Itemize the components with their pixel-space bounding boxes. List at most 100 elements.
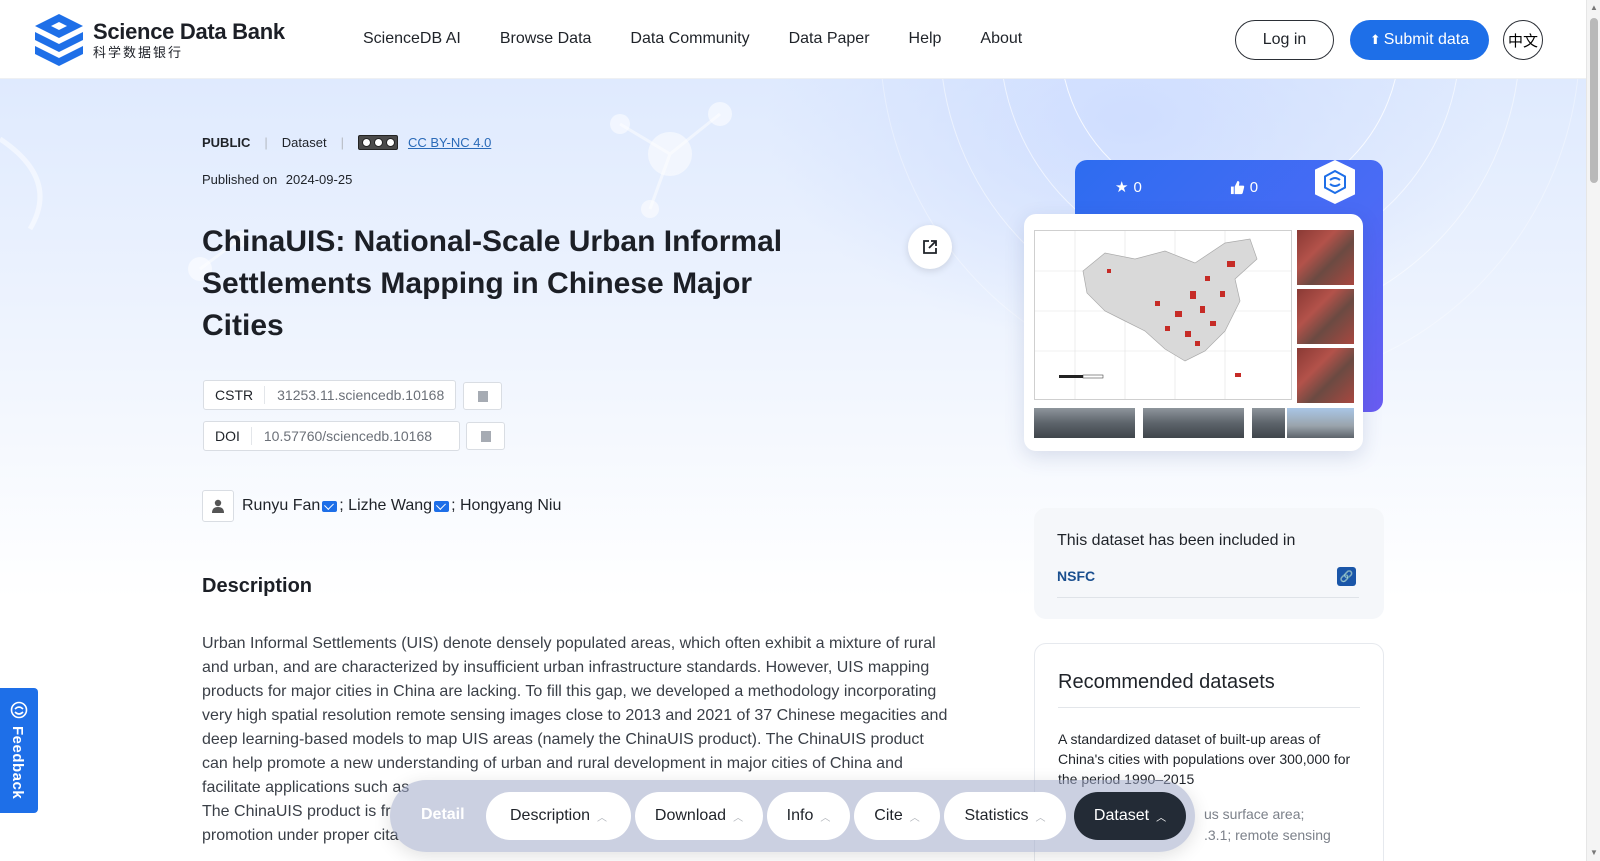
tab-label: Description (509, 807, 591, 824)
description-line: deep learning-based models to map UIS ar… (202, 731, 924, 748)
copy-doi-button[interactable] (466, 422, 505, 450)
dataset-stats: ★ 0 0 (1115, 178, 1346, 197)
author-separator: ; (451, 497, 456, 514)
tab-label: Dataset (1093, 807, 1150, 824)
china-map-image (1034, 230, 1292, 400)
tab-label: Download (654, 807, 727, 824)
nav-item-sciencedb-ai[interactable]: ScienceDB AI (363, 30, 461, 48)
favorite-count[interactable]: ★ 0 (1115, 178, 1186, 197)
divider (1058, 707, 1360, 708)
cstr-value: 31253.11.sciencedb.10168 (277, 387, 445, 403)
divider (1057, 597, 1359, 598)
tab-label: Statistics (964, 807, 1029, 824)
published-date: 2024-09-25 (285, 172, 353, 187)
published-label: Published on (202, 172, 278, 187)
meta-separator: | (340, 135, 344, 150)
satellite-thumbnail (1297, 348, 1354, 403)
tab-dataset[interactable]: Dataset ︿ (1074, 792, 1186, 840)
login-button[interactable]: Log in (1235, 20, 1334, 60)
page-scrollbar[interactable]: ▲ ▼ (1586, 0, 1600, 861)
nav-item-about[interactable]: About (980, 30, 1022, 48)
description-line: and urban, and are characterized by insu… (202, 659, 930, 676)
satellite-thumbnail (1297, 289, 1354, 344)
tab-label: Info (786, 807, 814, 824)
resource-type: Dataset (281, 135, 327, 150)
street-photo-thumbnail (1034, 408, 1135, 438)
chevron-up-icon: ︿ (820, 812, 831, 824)
main-nav: ScienceDB AI Browse Data Data Community … (363, 30, 1061, 48)
person-icon (202, 490, 234, 522)
chevron-up-icon: ︿ (1156, 812, 1167, 824)
doi-value: 10.57760/sciencedb.10168 (263, 428, 433, 444)
dataset-title: ChinaUIS: National-Scale Urban Informal … (202, 225, 783, 342)
scroll-down-icon[interactable]: ▼ (1590, 848, 1598, 857)
author-name[interactable]: Lizhe Wang (348, 497, 432, 515)
description-line: can help promote a new understanding of … (202, 755, 903, 772)
nav-item-help[interactable]: Help (909, 30, 942, 48)
cc-license-icon (357, 135, 398, 150)
cstr-label: CSTR (204, 386, 266, 404)
share-button[interactable] (908, 225, 952, 269)
submit-data-label: Submit data (1383, 31, 1470, 48)
author-separator: ; (339, 497, 344, 514)
description-line: products for major cities in China are l… (202, 683, 937, 700)
language-toggle[interactable]: 中文 (1503, 20, 1543, 60)
author-name[interactable]: Runyu Fan (242, 497, 320, 515)
logo-title: Science Data Bank (93, 19, 285, 44)
nav-item-data-paper[interactable]: Data Paper (789, 30, 870, 48)
site-header: Science Data Bank 科学数据银行 ScienceDB AI Br… (0, 0, 1586, 79)
license-link[interactable]: CC BY-NC 4.0 (408, 135, 491, 150)
collection-name[interactable]: NSFC (1057, 568, 1095, 584)
included-in-panel: This dataset has been included in NSFC 🔗 (1034, 508, 1384, 619)
chevron-up-icon: ︿ (909, 812, 920, 824)
tab-label: Cite (874, 807, 903, 824)
recommended-heading: Recommended datasets (1058, 671, 1275, 693)
scroll-thumb[interactable] (1590, 18, 1598, 183)
logo-subtitle: 科学数据银行 (93, 45, 184, 60)
doi-label: DOI (204, 427, 252, 445)
author-name[interactable]: Hongyang Niu (460, 497, 561, 515)
dataset-preview-image[interactable] (1024, 214, 1363, 451)
chevron-up-icon: ︿ (597, 812, 608, 824)
satellite-thumbnail (1297, 230, 1354, 285)
logo-icon (35, 14, 83, 66)
author-list: Runyu Fan ; Lizhe Wang ; Hongyang Niu (202, 490, 561, 522)
tab-info[interactable]: Info ︿ (767, 792, 850, 840)
submit-data-button[interactable]: ⬆ Submit data (1350, 20, 1489, 60)
tab-cite[interactable]: Cite ︿ (854, 792, 940, 840)
upload-icon: ⬆ (1369, 32, 1381, 47)
nav-item-browse-data[interactable]: Browse Data (500, 30, 592, 48)
description-heading: Description (202, 575, 313, 597)
cstr-identifier: CSTR 31253.11.sciencedb.10168 (203, 380, 456, 410)
scroll-up-icon[interactable]: ▲ (1590, 3, 1598, 12)
copy-icon (477, 427, 491, 442)
description-line: Urban Informal Settlements (UIS) denote … (202, 635, 936, 652)
chevron-up-icon: ︿ (1035, 812, 1046, 824)
meta-separator: | (264, 135, 268, 150)
access-status: PUBLIC (202, 135, 251, 150)
like-count[interactable]: 0 (1230, 178, 1302, 196)
email-icon[interactable] (434, 500, 450, 512)
link-icon[interactable]: 🔗 (1337, 567, 1356, 586)
favorite-value: 0 (1133, 178, 1142, 196)
thumbs-up-icon (1230, 180, 1244, 194)
like-value: 0 (1249, 178, 1259, 196)
nav-item-data-community[interactable]: Data Community (630, 30, 749, 48)
email-icon[interactable] (322, 500, 338, 512)
logo[interactable]: Science Data Bank 科学数据银行 (31, 12, 285, 68)
published-info: Published on 2024-09-25 (202, 172, 352, 187)
street-photo-thumbnail (1252, 408, 1285, 438)
star-icon: ★ (1115, 179, 1129, 196)
tab-description[interactable]: Description ︿ (486, 792, 631, 840)
tab-download[interactable]: Download ︿ (635, 792, 763, 840)
description-line: very high spatial resolution remote sens… (202, 707, 948, 724)
section-nav-bar: Detail Description ︿ Download ︿ Info ︿ Cite… (390, 780, 1195, 852)
doi-identifier: DOI 10.57760/sciencedb.10168 (203, 421, 460, 451)
dataset-meta: PUBLIC | Dataset | CC BY-NC 4.0 (202, 135, 491, 150)
street-photo-thumbnail (1287, 408, 1354, 438)
feedback-icon (10, 701, 28, 719)
feedback-tab[interactable]: Feedback (0, 688, 38, 813)
copy-cstr-button[interactable] (463, 382, 502, 410)
tab-statistics[interactable]: Statistics ︿ (944, 792, 1066, 840)
copy-icon (474, 387, 488, 402)
